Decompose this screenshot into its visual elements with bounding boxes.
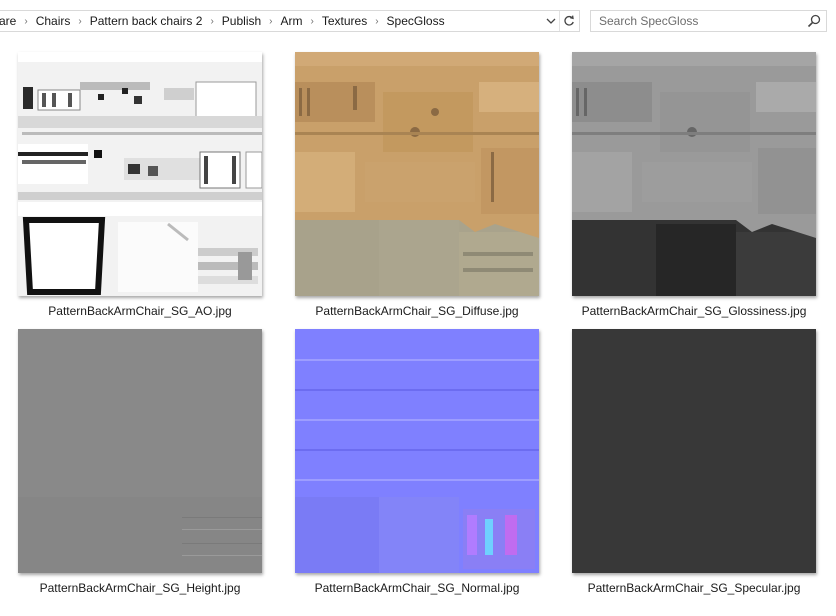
address-bar[interactable]: are › Chairs › Pattern back chairs 2 › P…	[0, 10, 580, 32]
breadcrumb-item-specgloss[interactable]: SpecGloss	[382, 14, 450, 28]
file-name[interactable]: PatternBackArmChair_SG_AO.jpg	[0, 304, 285, 318]
file-item-specular[interactable]: PatternBackArmChair_SG_Specular.jpg	[569, 321, 819, 595]
refresh-icon	[564, 15, 574, 26]
file-grid: PatternBackArmChair_SG_AO.jpg PatternBac…	[0, 44, 836, 616]
file-name[interactable]: PatternBackArmChair_SG_Diffuse.jpg	[272, 304, 562, 318]
file-item-height[interactable]: PatternBackArmChair_SG_Height.jpg	[15, 321, 265, 595]
search-input[interactable]	[591, 11, 801, 31]
thumbnail-normal-map	[295, 329, 539, 573]
chevron-right-icon[interactable]: ›	[207, 16, 216, 27]
thumbnail-diffuse-map	[295, 52, 539, 296]
file-item-ao[interactable]: PatternBackArmChair_SG_AO.jpg	[15, 44, 265, 318]
breadcrumb-item-publish[interactable]: Publish	[217, 14, 266, 28]
file-item-glossiness[interactable]: PatternBackArmChair_SG_Glossiness.jpg	[569, 44, 819, 318]
breadcrumb-item-partial[interactable]: are	[0, 14, 21, 28]
file-name[interactable]: PatternBackArmChair_SG_Normal.jpg	[272, 581, 562, 595]
breadcrumb-item-chairs[interactable]: Chairs	[31, 14, 76, 28]
breadcrumb-item-textures[interactable]: Textures	[317, 14, 372, 28]
file-item-diffuse[interactable]: PatternBackArmChair_SG_Diffuse.jpg	[292, 44, 542, 318]
file-name[interactable]: PatternBackArmChair_SG_Specular.jpg	[549, 581, 836, 595]
thumbnail-ao-map	[18, 52, 262, 296]
file-item-normal[interactable]: PatternBackArmChair_SG_Normal.jpg	[292, 321, 542, 595]
chevron-right-icon[interactable]: ›	[266, 16, 275, 27]
search-icon[interactable]	[806, 13, 822, 29]
file-name[interactable]: PatternBackArmChair_SG_Glossiness.jpg	[549, 304, 836, 318]
file-name[interactable]: PatternBackArmChair_SG_Height.jpg	[0, 581, 285, 595]
search-box	[590, 10, 827, 32]
explorer-toolbar: are › Chairs › Pattern back chairs 2 › P…	[0, 0, 836, 44]
address-history-button[interactable]	[542, 11, 560, 31]
refresh-button[interactable]	[559, 11, 578, 31]
chevron-right-icon[interactable]: ›	[21, 16, 30, 27]
breadcrumb-item-arm[interactable]: Arm	[276, 14, 308, 28]
chevron-down-icon	[546, 18, 556, 24]
chevron-right-icon[interactable]: ›	[372, 16, 381, 27]
chevron-right-icon[interactable]: ›	[308, 16, 317, 27]
breadcrumb-item-pattern-back-chairs-2[interactable]: Pattern back chairs 2	[85, 14, 208, 28]
thumbnail-height-map	[18, 329, 262, 573]
thumbnail-glossiness-map	[572, 52, 816, 296]
chevron-right-icon[interactable]: ›	[75, 16, 84, 27]
thumbnail-specular-map	[572, 329, 816, 573]
breadcrumb: are › Chairs › Pattern back chairs 2 › P…	[0, 11, 450, 31]
